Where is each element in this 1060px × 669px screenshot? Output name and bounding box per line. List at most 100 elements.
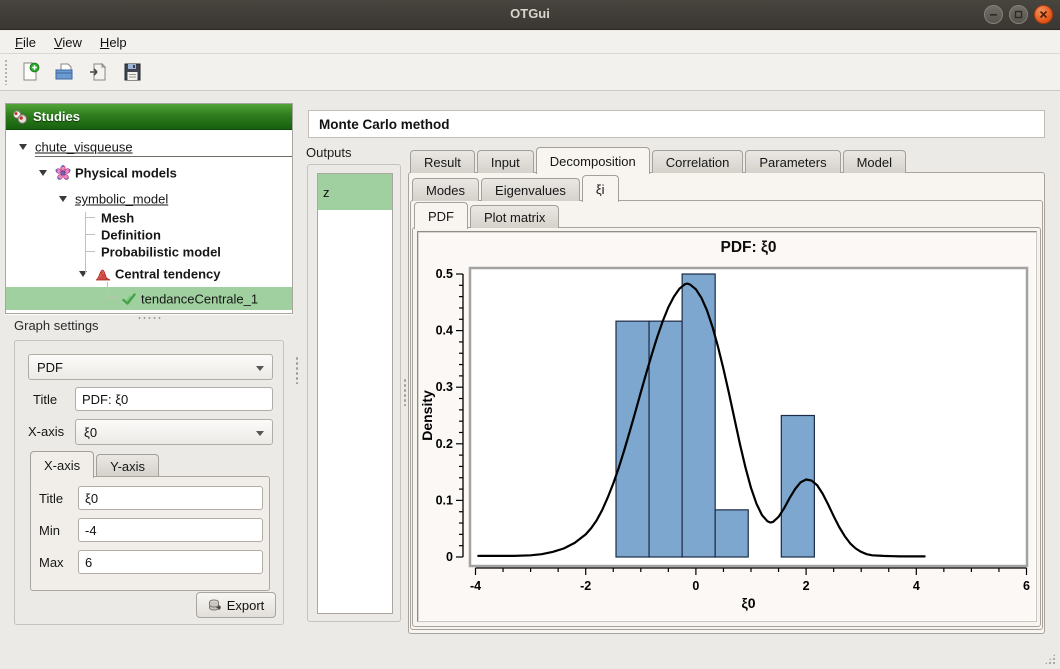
axis-title-label: Title (39, 491, 63, 506)
menu-file[interactable]: File (6, 33, 45, 52)
plot-subtabs: PDFPlot matrix (414, 201, 561, 228)
tree-item-chute-visqueuse[interactable]: chute_visqueuse (6, 136, 292, 157)
y-tick-label: 0.2 (436, 437, 453, 451)
tree-item-probabilistic-model[interactable]: Probabilistic model (6, 243, 292, 260)
tree-item-definition[interactable]: Definition (6, 226, 292, 243)
x-axis-title: ξ0 (741, 595, 755, 611)
y-axis-title: Density (419, 390, 435, 441)
window-title: OTGui (0, 6, 1060, 21)
tree-item-tendancecentrale-1[interactable]: tendanceCentrale_1 (6, 287, 292, 310)
subtab-modes[interactable]: Modes (412, 178, 479, 201)
studies-icon (12, 109, 28, 125)
histogram-bar (649, 321, 682, 557)
tree-branch-line (85, 212, 86, 274)
tree-item-label: symbolic_model (75, 192, 168, 207)
axis-title-input[interactable] (78, 486, 263, 510)
tab-correlation[interactable]: Correlation (652, 150, 744, 173)
import-script-button[interactable] (83, 58, 113, 86)
y-tick-label: 0.5 (436, 267, 453, 281)
histogram-bar (682, 274, 715, 557)
check-icon (121, 291, 137, 307)
subtab-eigenvalues[interactable]: Eigenvalues (481, 178, 580, 201)
expander-triangle-icon[interactable] (39, 170, 47, 176)
toolbar (0, 54, 1060, 91)
studies-header: Studies (6, 104, 292, 130)
tree-item-label: Central tendency (115, 266, 220, 281)
chevron-down-icon (256, 431, 264, 436)
physical-model-icon (55, 165, 71, 181)
xaxis-combobox[interactable]: ξ0 (75, 419, 273, 445)
outputs-label: Outputs (306, 145, 352, 160)
axis-max-input[interactable] (78, 550, 263, 574)
tree-item-central-tendency[interactable]: Central tendency (6, 262, 292, 285)
studies-header-label: Studies (33, 109, 80, 124)
studies-tree: chute_visqueuse Physical models symbolic_m… (6, 130, 292, 313)
axis-tab-x-axis[interactable]: X-axis (30, 451, 94, 478)
menubar: FileViewHelp (0, 31, 1060, 54)
chevron-down-icon (256, 366, 264, 371)
tree-item-label: chute_visqueuse (35, 139, 133, 154)
tree-splitter-handle[interactable] (137, 316, 163, 321)
y-tick-label: 0 (446, 550, 453, 564)
export-button-label: Export (227, 598, 265, 613)
axis-min-input[interactable] (78, 518, 263, 542)
left-splitter-handle[interactable] (295, 356, 300, 384)
app-window: OTGui FileViewHelp (0, 0, 1060, 669)
plot-type-value: PDF (37, 360, 63, 375)
central-tendency-icon (95, 266, 111, 282)
graph-settings-heading: Graph settings (14, 318, 99, 333)
tree-item-mesh[interactable]: Mesh (6, 209, 292, 226)
maximize-button[interactable] (1009, 5, 1028, 24)
axis-max-label: Max (39, 555, 64, 570)
tree-item-rule (35, 156, 292, 157)
studies-panel: Studies chute_visqueuse Physical models sy… (5, 103, 293, 314)
tree-branch-line (85, 217, 95, 218)
plottab-plot-matrix[interactable]: Plot matrix (470, 205, 559, 228)
tree-branch-line (107, 282, 108, 298)
x-tick-label: 4 (913, 579, 920, 593)
pdf-chart-canvas: -4-2024600.10.20.30.40.5PDF: ξ0ξ0Density (418, 232, 1036, 621)
pdf-chart: -4-2024600.10.20.30.40.5PDF: ξ0ξ0Density (417, 231, 1037, 622)
new-study-icon (19, 61, 41, 83)
tab-decomposition[interactable]: Decomposition (536, 147, 650, 174)
window-resize-grip[interactable] (1044, 653, 1056, 665)
tab-result[interactable]: Result (410, 150, 475, 173)
export-icon (208, 598, 223, 613)
x-tick-label: 0 (692, 579, 699, 593)
axis-tabs: X-axisY-axis (30, 450, 161, 477)
save-study-button[interactable] (117, 58, 147, 86)
tree-item-physical-models[interactable]: Physical models (6, 161, 292, 185)
import-script-icon (87, 61, 109, 83)
close-button[interactable] (1034, 5, 1053, 24)
tree-branch-line (107, 297, 117, 298)
toolbar-grip[interactable] (4, 59, 9, 85)
tab-model[interactable]: Model (843, 150, 906, 173)
plottab-pdf[interactable]: PDF (414, 202, 468, 229)
tab-parameters[interactable]: Parameters (745, 150, 840, 173)
minimize-icon (989, 10, 998, 19)
menu-view[interactable]: View (45, 33, 91, 52)
tab-input[interactable]: Input (477, 150, 534, 173)
expander-triangle-icon[interactable] (19, 144, 27, 150)
maximize-icon (1014, 10, 1023, 19)
menu-help[interactable]: Help (91, 33, 136, 52)
export-button[interactable]: Export (196, 592, 276, 618)
output-item-z[interactable]: z (318, 174, 392, 210)
plot-type-combobox[interactable]: PDF (28, 354, 273, 380)
new-study-button[interactable] (15, 58, 45, 86)
minimize-button[interactable] (984, 5, 1003, 24)
titlebar[interactable]: OTGui (0, 0, 1060, 30)
graph-title-input[interactable] (75, 387, 273, 411)
open-study-button[interactable] (49, 58, 79, 86)
tree-item-symbolic-model[interactable]: symbolic_model (6, 187, 292, 211)
axis-min-label: Min (39, 523, 60, 538)
analysis-title: Monte Carlo method (308, 110, 1045, 138)
subtab-i[interactable]: ξi (582, 175, 619, 202)
title-field-label: Title (33, 392, 57, 407)
save-study-icon (121, 61, 143, 83)
x-tick-label: -4 (470, 579, 481, 593)
expander-triangle-icon[interactable] (59, 196, 67, 202)
axis-tab-y-axis[interactable]: Y-axis (96, 454, 159, 477)
tree-branch-line (85, 234, 95, 235)
histogram-bar (715, 510, 748, 557)
